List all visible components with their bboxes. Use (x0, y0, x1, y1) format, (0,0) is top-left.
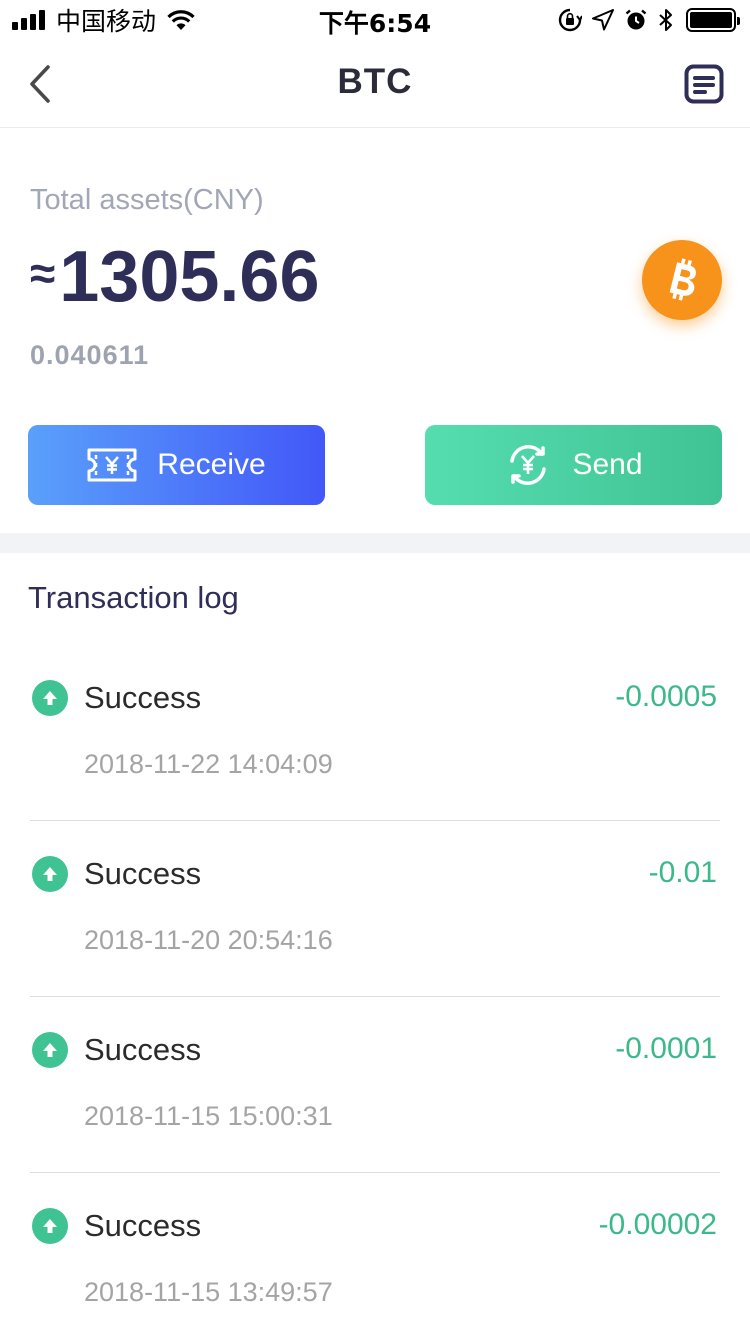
transaction-item[interactable]: Success -0.00002 2018-11-15 13:49:57 (0, 1173, 750, 1334)
transaction-time: 2018-11-15 15:00:31 (84, 1101, 333, 1131)
bluetooth-icon (658, 8, 674, 32)
transaction-status: Success (84, 1032, 202, 1067)
transaction-item[interactable]: Success -0.01 2018-11-20 20:54:16 (0, 821, 750, 997)
section-divider (0, 533, 750, 553)
battery-icon (686, 8, 740, 32)
arrow-up-icon (32, 1032, 68, 1068)
send-label: Send (572, 448, 643, 481)
ticket-yuan-icon (87, 448, 137, 482)
transaction-amount: -0.0005 (615, 680, 717, 713)
status-bar-right (548, 7, 740, 33)
send-button[interactable]: Send (425, 425, 722, 505)
transaction-status: Success (84, 680, 202, 715)
transaction-time: 2018-11-15 13:49:57 (84, 1277, 333, 1307)
approx-symbol: ≈ (30, 247, 56, 299)
arrow-up-icon (32, 1208, 68, 1244)
document-icon (684, 64, 724, 104)
bitcoin-icon (642, 240, 722, 320)
transaction-item[interactable]: Success -0.0001 2018-11-15 15:00:31 (0, 997, 750, 1173)
wallet-detail-screen: 中国移动 下午6:54 BTC Total assets(CNY) ≈1305.… (0, 0, 750, 1334)
total-assets-label: Total assets(CNY) (30, 184, 264, 216)
receive-button[interactable]: Receive (28, 425, 325, 505)
transaction-status: Success (84, 1208, 202, 1243)
arrow-up-icon (32, 856, 68, 892)
records-button[interactable] (684, 64, 724, 104)
transaction-amount: -0.00002 (598, 1208, 717, 1241)
transaction-time: 2018-11-22 14:04:09 (84, 749, 333, 779)
transaction-item[interactable]: Success -0.0005 2018-11-22 14:04:09 (0, 645, 750, 821)
total-assets-value: ≈1305.66 (30, 236, 320, 318)
status-bar: 中国移动 下午6:54 (0, 0, 750, 40)
transaction-time: 2018-11-20 20:54:16 (84, 925, 333, 955)
assets-amount-cny: 1305.66 (59, 237, 320, 317)
transaction-status: Success (84, 856, 202, 891)
arrow-up-icon (32, 680, 68, 716)
transaction-log-title: Transaction log (28, 580, 239, 615)
receive-label: Receive (157, 448, 266, 481)
page-title: BTC (337, 62, 413, 101)
coin-balance: 0.040611 (30, 340, 150, 370)
nav-bar: BTC (0, 40, 750, 128)
alarm-icon (624, 8, 648, 32)
orientation-lock-icon (558, 8, 582, 32)
transaction-amount: -0.0001 (615, 1032, 717, 1065)
transaction-list: Success -0.0005 2018-11-22 14:04:09 Succ… (0, 645, 750, 1334)
exchange-yuan-icon (504, 441, 552, 489)
location-icon (592, 9, 614, 31)
transaction-amount: -0.01 (648, 856, 717, 889)
